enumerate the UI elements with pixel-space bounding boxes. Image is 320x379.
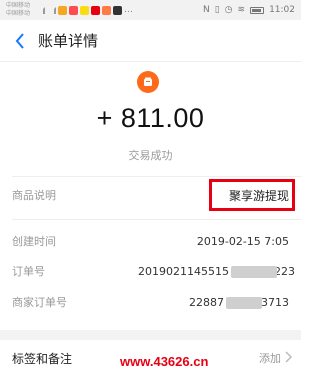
app-notification-icon: [102, 5, 112, 15]
redacted-patch: [226, 297, 262, 309]
transaction-amount: + 811.00: [96, 103, 205, 133]
merchant-order-suffix: 3713: [261, 295, 289, 309]
created-time-value: 2019-02-15 7:05: [196, 234, 289, 248]
created-time-label: 创建时间: [12, 235, 56, 248]
carrier-info: 中国移动 中国移动: [6, 2, 30, 18]
merchant-order-value: 22887: [189, 295, 224, 309]
wifi-icon: ≋: [237, 5, 246, 15]
product-label: 商品说明: [12, 189, 56, 202]
order-number-label: 订单号: [12, 265, 45, 278]
merchant-order-label: 商家订单号: [12, 296, 67, 309]
carrier-1: 中国移动: [6, 2, 31, 9]
amount-section: + 811.00 交易成功: [0, 63, 301, 175]
order-number-suffix: 223: [274, 264, 295, 278]
status-icons-left: …: [36, 5, 133, 15]
back-arrow-icon[interactable]: [8, 29, 32, 53]
transaction-status: 交易成功: [128, 149, 173, 162]
redacted-patch: [231, 266, 277, 278]
app-notification-icon: [58, 5, 68, 15]
created-time-row: 创建时间 2019-02-15 7:05: [0, 228, 301, 254]
signal-icon: [36, 6, 46, 14]
highlight-annotation-box: [209, 179, 295, 211]
status-right: N ▯ ◷ ≋ 11:02: [203, 5, 295, 15]
vibrate-icon: ▯: [214, 5, 220, 15]
page-title: 账单详情: [38, 32, 99, 50]
merchant-logo-icon: [137, 71, 159, 93]
app-notification-icon: [69, 5, 79, 15]
app-notification-icon: [80, 5, 90, 15]
chevron-right-icon: [285, 351, 293, 363]
clock-time: 11:02: [269, 5, 295, 15]
tags-notes-label: 标签和备注: [12, 352, 73, 366]
divider: [12, 176, 301, 177]
carrier-2: 中国移动: [6, 10, 31, 17]
app-notification-icon: [91, 5, 101, 15]
battery-icon: [250, 6, 265, 14]
divider: [12, 219, 301, 220]
alarm-icon: ◷: [224, 5, 233, 15]
watermark-text: www.43626.cn: [120, 354, 209, 369]
order-number-value: 2019021145515: [138, 264, 229, 278]
signal-icon: [47, 6, 57, 14]
nav-header: 账单详情: [0, 20, 301, 62]
add-tag-button[interactable]: 添加: [259, 350, 281, 366]
section-separator: [0, 330, 301, 340]
status-bar: 中国移动 中国移动 … N ▯ ◷ ≋ 11:02: [0, 0, 301, 20]
app-notification-icon: [113, 5, 123, 15]
more-notifications-icon: …: [124, 5, 134, 15]
nfc-icon: N: [202, 5, 210, 15]
